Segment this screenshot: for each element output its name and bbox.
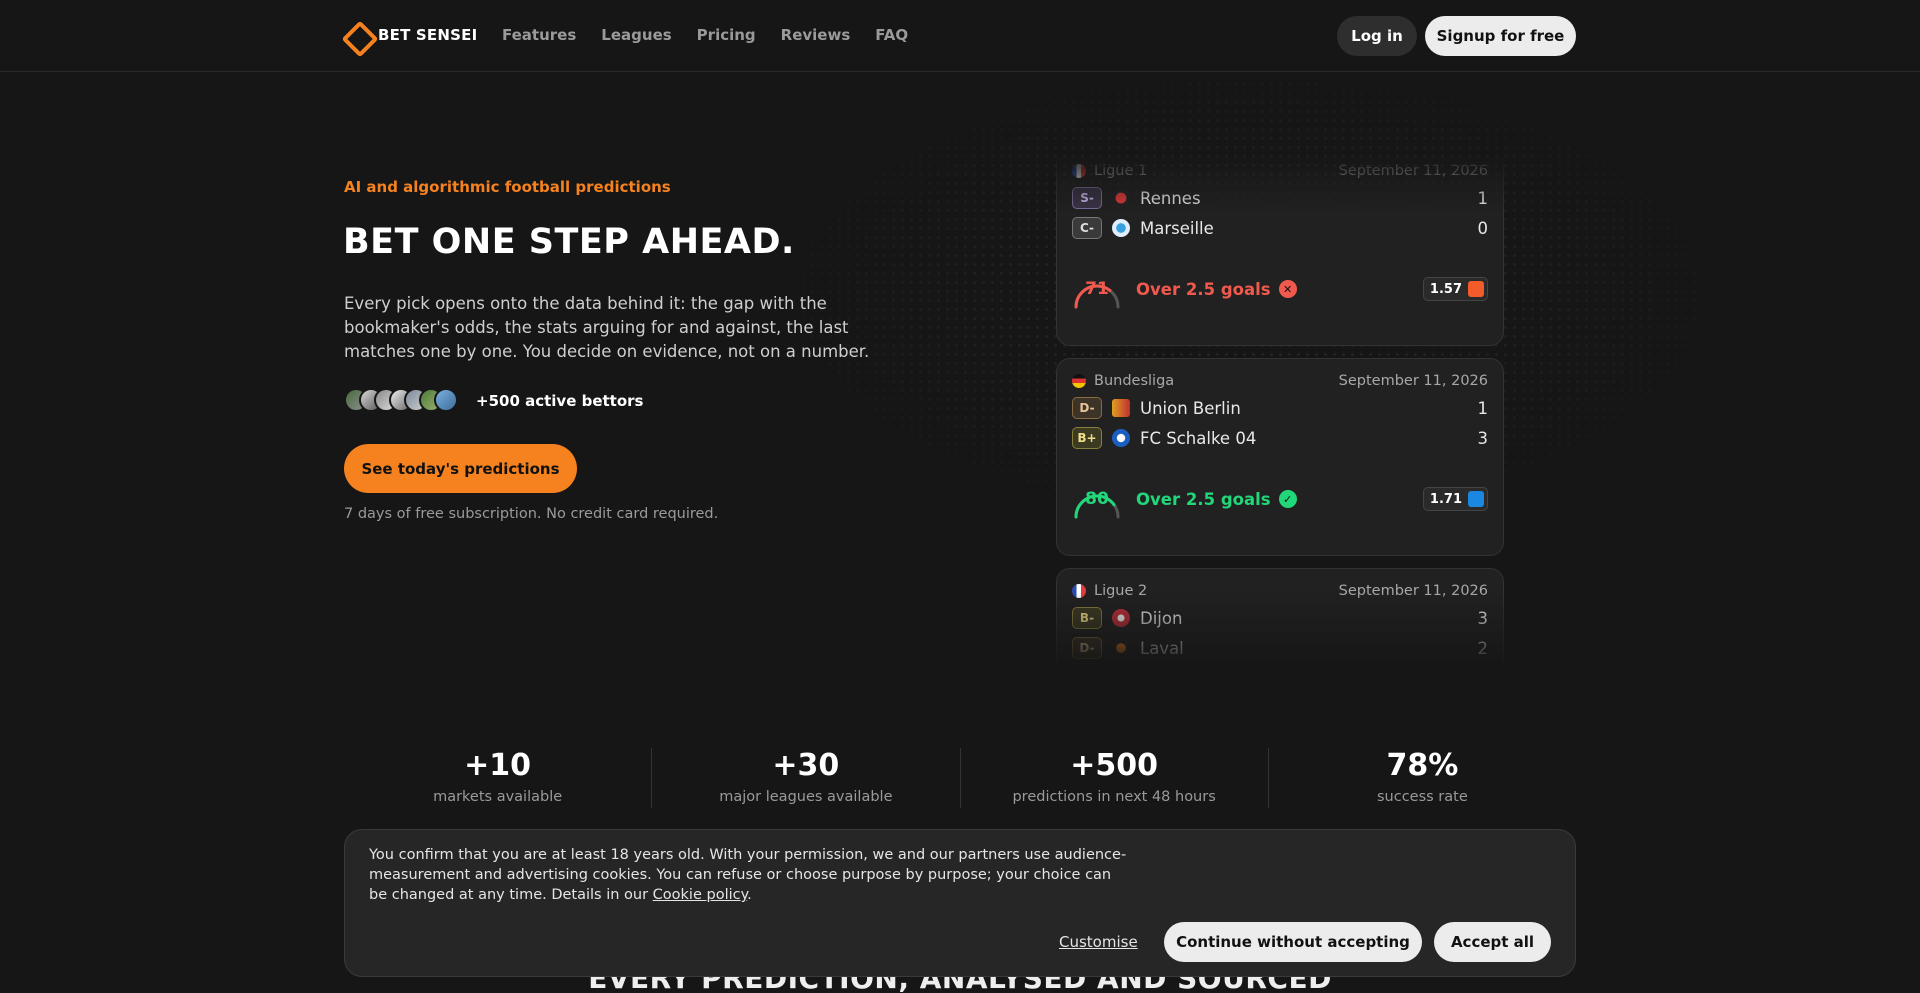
prediction-card[interactable]: Bundesliga September 11, 2026 D- Union B… <box>1056 358 1504 556</box>
login-button[interactable]: Log in <box>1337 16 1417 56</box>
check-icon: ✓ <box>1278 490 1297 508</box>
customise-link[interactable]: Customise <box>1059 933 1138 951</box>
stats-row: +10 markets available +30 major leagues … <box>344 748 1576 808</box>
cookie-banner: You confirm that you are at least 18 yea… <box>344 829 1576 977</box>
team-grade: C- <box>1072 217 1102 239</box>
marseille-crest-icon <box>1112 219 1130 237</box>
avatar-stack <box>344 388 458 412</box>
schalke-crest-icon <box>1112 429 1130 447</box>
dijon-crest-icon <box>1112 609 1130 627</box>
cookie-text: You confirm that you are at least 18 yea… <box>369 845 1129 905</box>
stat-markets: +10 markets available <box>344 748 651 808</box>
cta-note: 7 days of free subscription. No credit c… <box>344 506 719 522</box>
stat-predictions: +500 predictions in next 48 hours <box>959 748 1268 808</box>
stat-label: predictions in next 48 hours <box>1012 789 1216 805</box>
confidence-gauge: 71 <box>1072 267 1122 311</box>
prediction-cards: Ligue 1 September 11, 2026 S- Rennes 1 C… <box>1056 152 1504 670</box>
stat-success-rate: 78% success rate <box>1267 748 1576 808</box>
confidence-value: 80 <box>1085 489 1109 509</box>
stat-label: markets available <box>433 789 563 805</box>
stat-leagues: +30 major leagues available <box>651 748 959 808</box>
team-grade: B- <box>1072 607 1102 629</box>
odds-badge[interactable]: 1.71 <box>1422 487 1488 511</box>
germany-flag-icon <box>1072 374 1086 388</box>
brand-name: BET SENSEI <box>378 26 478 44</box>
nav-links: Features Leagues Pricing Reviews FAQ <box>502 26 908 44</box>
home-score: 1 <box>1477 398 1489 418</box>
rennes-crest-icon <box>1112 189 1130 207</box>
stat-label: major leagues available <box>719 789 893 805</box>
stat-value: +10 <box>464 748 532 783</box>
cookie-end: . <box>747 887 752 903</box>
top-nav: BET SENSEI Features Leagues Pricing Revi… <box>0 0 1920 72</box>
stat-label: success rate <box>1376 789 1468 805</box>
league-name: Bundesliga <box>1094 373 1175 389</box>
cookie-policy-link[interactable]: Cookie policy <box>653 887 747 903</box>
signup-button[interactable]: Signup for free <box>1425 16 1576 56</box>
nav-link-leagues[interactable]: Leagues <box>601 26 671 44</box>
league-name: Ligue 2 <box>1094 583 1148 599</box>
home-team-name: Dijon <box>1140 608 1183 628</box>
confidence-value: 71 <box>1085 279 1109 299</box>
stat-value: +30 <box>772 748 840 783</box>
team-grade: D- <box>1072 637 1102 659</box>
odds-badge[interactable]: 1.57 <box>1422 277 1488 301</box>
match-date: September 11, 2026 <box>1338 163 1488 179</box>
laval-crest-icon <box>1112 639 1130 657</box>
away-team-name: FC Schalke 04 <box>1140 428 1257 448</box>
hero-description: Every pick opens onto the data behind it… <box>344 294 870 361</box>
avatar <box>434 388 458 412</box>
stat-value: +500 <box>1070 748 1158 783</box>
brand-logo[interactable]: BET SENSEI <box>344 23 477 47</box>
team-grade: B+ <box>1072 427 1102 449</box>
bookmaker-logo-icon <box>1468 491 1484 507</box>
nav-link-reviews[interactable]: Reviews <box>781 26 851 44</box>
away-score: 0 <box>1477 218 1489 238</box>
prediction-card[interactable]: Ligue 1 September 11, 2026 S- Rennes 1 C… <box>1056 152 1504 346</box>
away-score: 2 <box>1477 638 1489 658</box>
nav-link-pricing[interactable]: Pricing <box>697 26 756 44</box>
odds-value: 1.57 <box>1429 281 1462 297</box>
continue-without-accepting-button[interactable]: Continue without accepting <box>1164 922 1422 962</box>
accept-all-button[interactable]: Accept all <box>1434 922 1551 962</box>
home-team-name: Union Berlin <box>1140 398 1241 418</box>
diamond-logo-icon <box>344 23 368 47</box>
confidence-gauge: 80 <box>1072 477 1122 521</box>
see-predictions-button[interactable]: See today's predictions <box>344 444 577 493</box>
home-score: 1 <box>1477 188 1489 208</box>
away-team-name: Marseille <box>1140 218 1214 238</box>
odds-value: 1.71 <box>1429 491 1462 507</box>
union-berlin-crest-icon <box>1112 399 1130 417</box>
prediction-card[interactable]: Ligue 2 September 11, 2026 B- Dijon 3 D-… <box>1056 568 1504 670</box>
team-grade: D- <box>1072 397 1102 419</box>
lost-x-icon: ✕ <box>1278 280 1297 298</box>
home-score: 3 <box>1477 608 1489 628</box>
match-date: September 11, 2026 <box>1338 373 1488 389</box>
prediction-label: Over 2.5 goals <box>1136 279 1271 299</box>
france-flag-icon <box>1072 164 1086 178</box>
league-name: Ligue 1 <box>1094 163 1148 179</box>
match-date: September 11, 2026 <box>1338 583 1488 599</box>
away-team-name: Laval <box>1140 638 1184 658</box>
nav-link-faq[interactable]: FAQ <box>875 26 908 44</box>
active-bettors-count: +500 active bettors <box>476 392 644 410</box>
bookmaker-logo-icon <box>1468 281 1484 297</box>
prediction-label: Over 2.5 goals <box>1136 489 1271 509</box>
stat-value: 78% <box>1386 748 1459 783</box>
hero-eyebrow: AI and algorithmic football predictions <box>344 178 671 196</box>
home-team-name: Rennes <box>1140 188 1201 208</box>
nav-link-features[interactable]: Features <box>502 26 576 44</box>
hero-title: BET ONE STEP AHEAD. <box>343 222 795 262</box>
france-flag-icon <box>1072 584 1086 598</box>
team-grade: S- <box>1072 187 1102 209</box>
away-score: 3 <box>1477 428 1489 448</box>
